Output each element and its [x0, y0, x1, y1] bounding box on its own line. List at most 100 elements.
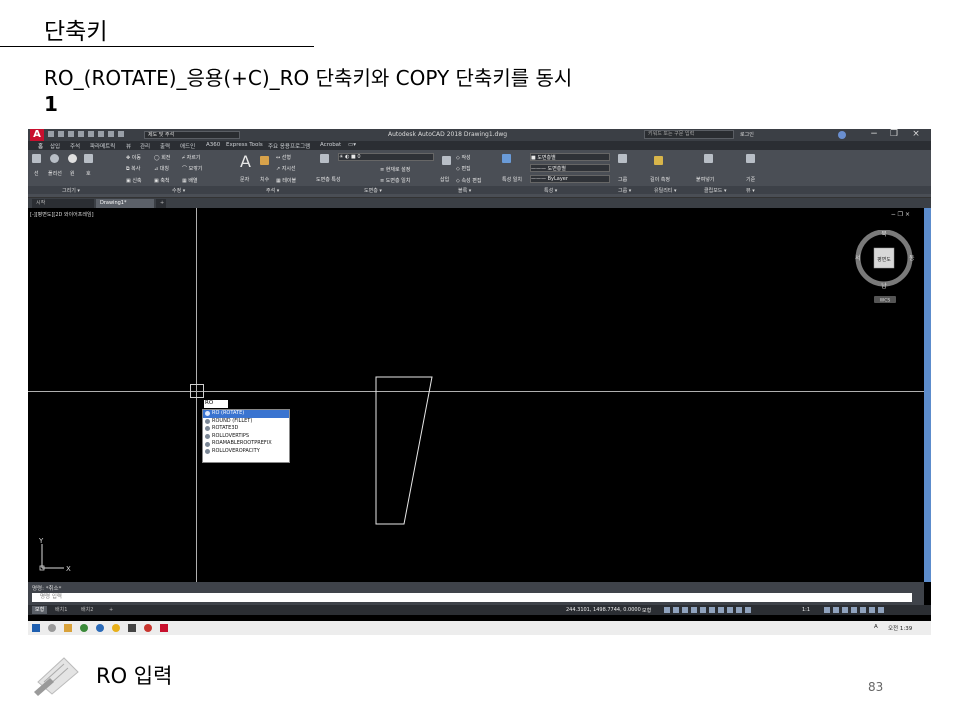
sign-in-button[interactable]: 로그인 [740, 131, 754, 138]
snap-icon[interactable] [673, 607, 679, 613]
windows-start-icon[interactable] [32, 624, 40, 632]
osnap-icon[interactable] [700, 607, 706, 613]
match-layer-button[interactable]: ≡ 도면층 일치 [380, 177, 410, 184]
move-button[interactable]: ✥ 이동 [126, 154, 141, 161]
edge-icon[interactable] [96, 624, 104, 632]
panel-properties[interactable]: 특성 ▾ [544, 187, 557, 194]
tab-home[interactable]: 홈 [38, 142, 43, 150]
selection-cycling-icon[interactable] [736, 607, 742, 613]
open-icon[interactable] [58, 131, 64, 137]
panel-view[interactable]: 뷰 ▾ [746, 187, 755, 194]
tab-addins[interactable]: 애드인 [180, 142, 195, 150]
tab-annotate[interactable]: 주석 [70, 142, 80, 150]
workspace-select[interactable]: 제도 및 주석 [144, 131, 240, 139]
base-view-icon[interactable] [746, 154, 755, 163]
autocad-logo-icon[interactable]: A [30, 129, 44, 141]
terminal-icon[interactable] [128, 624, 136, 632]
tab-a360[interactable]: A360 [206, 142, 220, 148]
close-button[interactable]: × [906, 129, 926, 139]
ortho-icon[interactable] [682, 607, 688, 613]
file-explorer-icon[interactable] [64, 624, 72, 632]
new-icon[interactable] [48, 131, 54, 137]
layer-properties-icon[interactable] [320, 154, 329, 163]
drawing-canvas[interactable] [28, 208, 924, 582]
circle-icon[interactable] [68, 154, 77, 163]
layer-dropdown[interactable]: ☀ ◐ ■ 0 [338, 153, 434, 161]
app-icon[interactable] [112, 624, 120, 632]
tab-more[interactable]: ▭▾ [348, 142, 356, 148]
tab-drawing1[interactable]: Drawing1* [96, 199, 154, 208]
help-icon[interactable] [838, 131, 846, 139]
tab-featured-apps[interactable]: 주요 응용프로그램 [268, 142, 310, 150]
panel-modify[interactable]: 수정 ▾ [172, 187, 185, 194]
hardware-accel-icon[interactable] [860, 607, 866, 613]
plus-icon[interactable] [833, 607, 839, 613]
text-icon[interactable]: A [240, 152, 251, 171]
model-space-button[interactable]: 모형 [642, 607, 651, 614]
grid-icon[interactable] [664, 607, 670, 613]
maximize-button[interactable]: ❐ [884, 129, 904, 139]
tab-view[interactable]: 뷰 [126, 142, 131, 150]
annotation-scale[interactable]: 1:1 [802, 607, 810, 613]
save-icon[interactable] [68, 131, 74, 137]
clock[interactable]: 오전 1:39 [888, 624, 912, 632]
new-tab-button[interactable]: + [156, 199, 166, 208]
edit-attributes-button[interactable]: ◇ 속성 편집 [456, 177, 481, 184]
dimension-icon[interactable] [260, 156, 269, 165]
lineweight-dropdown[interactable]: ——— ByLayer [530, 175, 610, 183]
media-icon[interactable] [144, 624, 152, 632]
paste-icon[interactable] [704, 154, 713, 163]
tab-acrobat[interactable]: Acrobat [320, 142, 341, 148]
tab-layout2[interactable]: 배치2 [78, 606, 96, 614]
workspace-icon[interactable] [824, 607, 830, 613]
minimize-button[interactable]: − [864, 129, 884, 139]
share-icon[interactable] [118, 131, 124, 137]
polyline-icon[interactable] [50, 154, 59, 163]
lineweight-icon[interactable] [718, 607, 724, 613]
chrome-icon[interactable] [80, 624, 88, 632]
insert-block-icon[interactable] [442, 156, 451, 165]
clean-screen-icon[interactable] [869, 607, 875, 613]
autocad-taskbar-icon[interactable] [160, 624, 168, 632]
copy-button[interactable]: ⧉ 복사 [126, 165, 140, 172]
trapezoid-shape[interactable] [375, 376, 433, 525]
tab-layout1[interactable]: 배치1 [52, 606, 70, 614]
tab-manage[interactable]: 관리 [140, 142, 150, 150]
arc-icon[interactable] [84, 154, 93, 163]
table-button[interactable]: ▦ 테이블 [276, 177, 296, 184]
tab-parametric[interactable]: 파라메트릭 [90, 142, 115, 150]
array-button[interactable]: ▦ 배열 [182, 177, 198, 184]
right-scrollbar[interactable] [924, 208, 931, 582]
panel-annotation[interactable]: 주석 ▾ [266, 187, 279, 194]
stretch-button[interactable]: ▣ 신축 [126, 177, 142, 184]
fillet-button[interactable]: ⌒ 모깎기 [182, 165, 202, 172]
annotation-icon[interactable] [745, 607, 751, 613]
trim-button[interactable]: ⌿ 자르기 [182, 154, 200, 161]
tab-output[interactable]: 출력 [160, 142, 170, 150]
customize-icon[interactable] [878, 607, 884, 613]
otrack-icon[interactable] [709, 607, 715, 613]
polar-icon[interactable] [691, 607, 697, 613]
panel-clipboard[interactable]: 클립보드 ▾ [704, 187, 727, 194]
redo-icon[interactable] [108, 131, 114, 137]
create-block-button[interactable]: ◇ 작성 [456, 154, 471, 161]
panel-groups[interactable]: 그룹 ▾ [618, 187, 631, 194]
tab-model[interactable]: 모형 [32, 606, 48, 614]
search-input[interactable]: 키워드 또는 구문 입력 [644, 130, 734, 139]
undo-icon[interactable] [98, 131, 104, 137]
scale-button[interactable]: ▣ 축척 [154, 177, 170, 184]
panel-utilities[interactable]: 유틸리티 ▾ [654, 187, 677, 194]
command-input[interactable]: 명령 입력 [32, 593, 912, 602]
tab-insert[interactable]: 삽입 [50, 142, 60, 150]
panel-block[interactable]: 블록 ▾ [458, 187, 471, 194]
ime-indicator[interactable]: A [874, 624, 878, 630]
measure-icon[interactable] [654, 156, 663, 165]
units-icon[interactable] [842, 607, 848, 613]
transparency-icon[interactable] [727, 607, 733, 613]
viewcube[interactable]: 평면도 북 남 서 동 WCS [854, 230, 916, 310]
linear-dim-button[interactable]: ↔ 선형 [276, 154, 291, 161]
rotate-button[interactable]: ◯ 회전 [154, 154, 170, 161]
color-dropdown[interactable]: ■ 도면층별 [530, 153, 610, 161]
isolate-icon[interactable] [851, 607, 857, 613]
group-icon[interactable] [618, 154, 627, 163]
